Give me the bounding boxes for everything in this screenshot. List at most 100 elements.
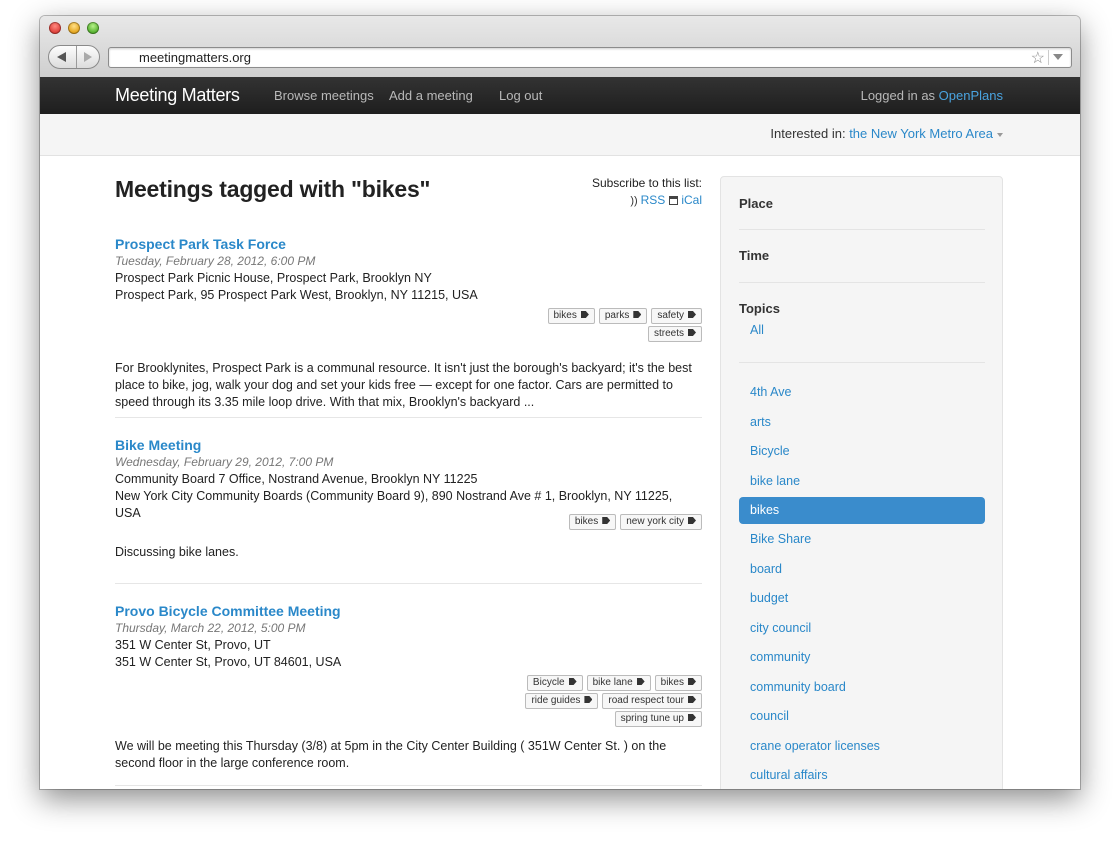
address-bar[interactable]: meetingmatters.org ☆ [108, 47, 1072, 68]
tag-icon [580, 311, 589, 318]
topic-item[interactable]: crane operator licenses [739, 733, 985, 760]
tag-icon [602, 517, 611, 524]
time-filter-heading[interactable]: Time [739, 248, 769, 263]
nav-add-meeting[interactable]: Add a meeting [389, 88, 473, 103]
meeting-title-link[interactable]: Provo Bicycle Committee Meeting [115, 602, 702, 620]
topic-item-active[interactable]: bikes [739, 497, 985, 524]
tag-safety[interactable]: safety [651, 308, 702, 324]
topic-item[interactable]: city council [739, 615, 985, 642]
sidebar-divider [739, 282, 985, 283]
interest-location-dropdown[interactable]: the New York Metro Area [849, 126, 993, 141]
tag-bikes[interactable]: bikes [568, 514, 617, 530]
tag-bikes[interactable]: bikes [654, 675, 702, 691]
tag-streets[interactable]: streets [647, 326, 702, 342]
browser-toolbar: meetingmatters.org ☆ [40, 16, 1080, 78]
meeting-date: Wednesday, February 29, 2012, 7:00 PM [115, 455, 334, 469]
rss-icon: )) [630, 195, 638, 207]
username-link[interactable]: OpenPlans [939, 88, 1003, 103]
meeting-divider [115, 583, 702, 584]
tag-icon [584, 696, 593, 703]
nav-browse-meetings[interactable]: Browse meetings [274, 88, 374, 103]
subscribe-label: Subscribe to this list: [591, 176, 702, 190]
tag-bikes[interactable]: bikes [547, 308, 595, 324]
close-window-button[interactable] [49, 22, 61, 34]
place-filter-heading[interactable]: Place [739, 196, 773, 211]
tag-icon [688, 714, 696, 721]
tag-road-respect-tour[interactable]: road respect tour [602, 693, 702, 709]
tag-ride-guides[interactable]: ride guides [525, 693, 599, 709]
topic-all[interactable]: All [739, 317, 985, 344]
rss-link[interactable]: RSS [641, 193, 666, 207]
subscribe-box: Subscribe to this list: )) RSS iCal [592, 175, 702, 210]
back-arrow-icon[interactable] [49, 46, 76, 68]
topic-item[interactable]: arts [739, 409, 985, 436]
tag-bicycle[interactable]: Bicycle [526, 675, 583, 691]
bookmark-star-icon[interactable]: ☆ [1031, 48, 1045, 68]
interest-bar: Interested in: the New York Metro Area [40, 114, 1080, 156]
tag-icon [636, 678, 645, 685]
meeting-description: For Brooklynites, Prospect Park is a com… [115, 361, 692, 409]
meeting-item: Prospect Park Task Force Tuesday, Februa… [115, 235, 702, 411]
meeting-description: Discussing bike lanes. [115, 545, 239, 559]
topic-item[interactable]: community [739, 644, 985, 671]
meeting-date: Thursday, March 22, 2012, 5:00 PM [115, 621, 306, 635]
tag-icon [688, 678, 696, 685]
caret-down-icon[interactable] [997, 132, 1003, 137]
meeting-tags: bikes parks safety streets [115, 308, 702, 342]
meeting-item: Bike Meeting Wednesday, February 29, 201… [115, 436, 702, 561]
url-text[interactable]: meetingmatters.org [139, 50, 251, 65]
tag-new-york-city[interactable]: new york city [620, 514, 702, 530]
meeting-venue: Community Board 7 Office, Nostrand Avenu… [115, 472, 478, 486]
interest-selector: Interested in: the New York Metro Area [770, 126, 1003, 141]
meeting-venue: 351 W Center St, Provo, UT [115, 638, 271, 652]
topics-heading: Topics [739, 301, 780, 316]
meeting-tags: Bicycle bike lane bikes ride guides road re… [115, 675, 702, 727]
site-brand[interactable]: Meeting Matters [115, 85, 240, 106]
tag-icon [688, 329, 696, 336]
topic-item[interactable]: cultural affairs [739, 762, 985, 789]
tag-icon [633, 311, 642, 318]
meeting-title-link[interactable]: Bike Meeting [115, 436, 702, 454]
logged-in-label: Logged in as [860, 88, 936, 103]
forward-arrow-icon[interactable] [77, 46, 100, 68]
meeting-venue: Prospect Park Picnic House, Prospect Par… [115, 271, 432, 285]
meeting-tags: bikes new york city [115, 514, 702, 530]
address-bar-divider [1048, 50, 1049, 65]
meeting-date: Tuesday, February 28, 2012, 6:00 PM [115, 254, 316, 268]
meeting-title-link[interactable]: Prospect Park Task Force [115, 235, 702, 253]
ical-link[interactable]: iCal [681, 193, 702, 207]
tag-icon [688, 311, 696, 318]
sidebar-divider [739, 362, 985, 363]
history-buttons [48, 45, 100, 69]
topic-item[interactable]: board [739, 556, 985, 583]
filter-sidebar: Place Time Topics All 4th Ave arts Bicyc… [720, 176, 1003, 789]
login-info: Logged in as OpenPlans [861, 88, 1003, 103]
interest-label: Interested in: [770, 126, 846, 141]
topic-item[interactable]: Bicycle [739, 438, 985, 465]
tag-bike-lane[interactable]: bike lane [586, 675, 651, 691]
tag-icon [688, 517, 696, 524]
topic-item[interactable]: bike lane [739, 468, 985, 495]
tag-icon [688, 696, 696, 703]
topic-item[interactable]: Bike Share [739, 526, 985, 553]
topic-item[interactable]: council [739, 703, 985, 730]
tag-icon [568, 678, 577, 685]
zoom-window-button[interactable] [87, 22, 99, 34]
meeting-item: Provo Bicycle Committee Meeting Thursday… [115, 602, 702, 772]
chevron-down-icon[interactable] [1053, 54, 1063, 60]
tag-spring-tune-up[interactable]: spring tune up [614, 711, 702, 727]
topic-item[interactable]: 4th Ave [739, 379, 985, 406]
meeting-divider [115, 785, 702, 786]
tag-parks[interactable]: parks [598, 308, 648, 324]
meeting-address: Prospect Park, 95 Prospect Park West, Br… [115, 288, 478, 302]
nav-log-out[interactable]: Log out [499, 88, 542, 103]
browser-window: meetingmatters.org ☆ Meeting Matters Bro… [40, 16, 1080, 789]
meeting-address: 351 W Center St, Provo, UT 84601, USA [115, 655, 342, 669]
site-navbar: Meeting Matters Browse meetings Add a me… [40, 77, 1080, 114]
topic-item[interactable]: community board [739, 674, 985, 701]
topic-item[interactable]: budget [739, 585, 985, 612]
meeting-divider [115, 417, 702, 418]
minimize-window-button[interactable] [68, 22, 80, 34]
meeting-description: We will be meeting this Thursday (3/8) a… [115, 739, 667, 770]
sidebar-divider [739, 229, 985, 230]
